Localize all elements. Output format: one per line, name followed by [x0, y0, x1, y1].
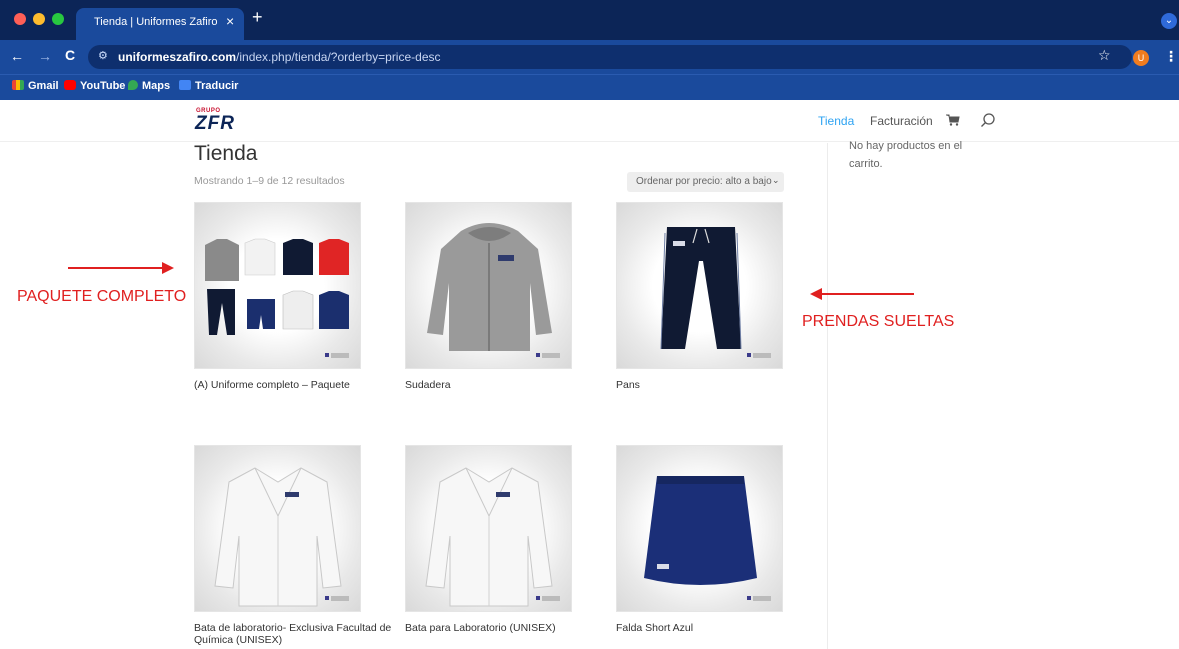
product-name[interactable]: Bata de laboratorio- Exclusiva Facultad … — [194, 622, 394, 646]
tab-title: Tienda | Uniformes Zafiro — [94, 16, 218, 28]
product-name[interactable]: Pans — [616, 379, 816, 391]
product-image[interactable] — [194, 445, 361, 612]
bookmark-traducir[interactable]: Traducir — [179, 80, 238, 92]
new-tab-icon[interactable]: + — [252, 7, 263, 28]
url-path: /index.php/tienda/?orderby=price-desc — [236, 50, 441, 64]
window-minimize-button[interactable] — [33, 13, 45, 25]
browser-toolbar: ← → C ⚙ uniformeszafiro.com/index.php/ti… — [0, 40, 1179, 74]
product-name[interactable]: Falda Short Azul — [616, 622, 816, 634]
youtube-icon — [64, 80, 76, 90]
lab-coat-illustration — [425, 467, 560, 607]
back-arrow-icon[interactable]: ← — [10, 48, 24, 64]
browser-tab-active[interactable]: Tienda | Uniformes Zafiro × — [76, 8, 244, 40]
annotation-prendas-sueltas: PRENDAS SUELTAS — [802, 313, 955, 330]
product-image[interactable] — [616, 445, 783, 612]
orderby-selected-value: Ordenar por precio: alto a bajo — [636, 176, 772, 187]
nav-link-tienda[interactable]: Tienda — [818, 114, 854, 128]
arrow-right-annotation — [68, 262, 174, 274]
bookmarks-bar: Gmail YouTube Maps Traducir — [0, 74, 1179, 100]
window-close-button[interactable] — [14, 13, 26, 25]
window-maximize-button[interactable] — [52, 13, 64, 25]
skirt-illustration — [644, 476, 771, 601]
page-title: Tienda — [194, 142, 258, 165]
bookmark-gmail[interactable]: Gmail — [12, 80, 59, 92]
sidebar-divider — [827, 143, 828, 649]
product-image[interactable] — [194, 202, 361, 369]
search-icon[interactable] — [980, 112, 996, 128]
cart-icon[interactable] — [946, 114, 960, 126]
site-header: GRUPO ZFR Tienda Facturación — [0, 100, 1179, 142]
hoodie-illustration — [427, 223, 560, 358]
url-host: uniformeszafiro.com — [118, 50, 237, 64]
sidebar-cart-empty-message: No hay productos en el carrito. — [849, 140, 963, 170]
gmail-icon — [12, 80, 24, 90]
pants-illustration — [660, 227, 771, 358]
bookmark-maps[interactable]: Maps — [128, 80, 170, 92]
translate-icon — [179, 80, 191, 90]
chevron-down-icon: ⌄ — [772, 175, 780, 185]
product-image[interactable] — [405, 202, 572, 369]
lab-coat-illustration — [214, 467, 349, 607]
bookmark-star-icon[interactable]: ☆ — [1098, 47, 1111, 64]
uniform-package-illustration — [205, 238, 349, 358]
orderby-select[interactable]: Ordenar por precio: alto a bajo ⌄ — [627, 172, 784, 192]
product-name[interactable]: Sudadera — [405, 379, 605, 391]
tab-search-chevron-icon[interactable]: ⌄ — [1161, 13, 1177, 29]
site-info-icon[interactable]: ⚙ — [98, 49, 108, 62]
site-logo[interactable]: ZFR — [195, 113, 235, 135]
bookmark-youtube[interactable]: YouTube — [64, 80, 125, 92]
browser-menu-icon[interactable]: ⋮ — [1164, 48, 1178, 65]
bookmark-label: YouTube — [80, 80, 126, 92]
product-name[interactable]: Bata para Laboratorio (UNISEX) — [405, 622, 605, 634]
bookmark-label: Gmail — [28, 80, 59, 92]
result-count: Mostrando 1–9 de 12 resultados — [194, 175, 345, 187]
arrow-left-annotation — [810, 288, 914, 300]
forward-arrow-icon[interactable]: → — [38, 48, 52, 64]
tab-close-icon[interactable]: × — [226, 13, 234, 29]
bookmark-label: Traducir — [195, 80, 239, 92]
product-name[interactable]: (A) Uniforme completo – Paquete — [194, 379, 394, 391]
reload-icon[interactable]: C — [65, 47, 75, 63]
bookmark-label: Maps — [142, 80, 171, 92]
address-bar[interactable]: ⚙ uniformeszafiro.com/index.php/tienda/?… — [88, 45, 1132, 69]
nav-link-facturacion[interactable]: Facturación — [870, 114, 933, 128]
url-text: uniformeszafiro.com/index.php/tienda/?or… — [118, 50, 441, 64]
product-image[interactable] — [616, 202, 783, 369]
product-image[interactable] — [405, 445, 572, 612]
profile-avatar[interactable]: U — [1133, 50, 1149, 66]
annotation-paquete-completo: PAQUETE COMPLETO — [17, 288, 187, 305]
browser-tab-bar: Tienda | Uniformes Zafiro × + ⌄ — [0, 0, 1179, 40]
maps-icon — [128, 80, 138, 90]
